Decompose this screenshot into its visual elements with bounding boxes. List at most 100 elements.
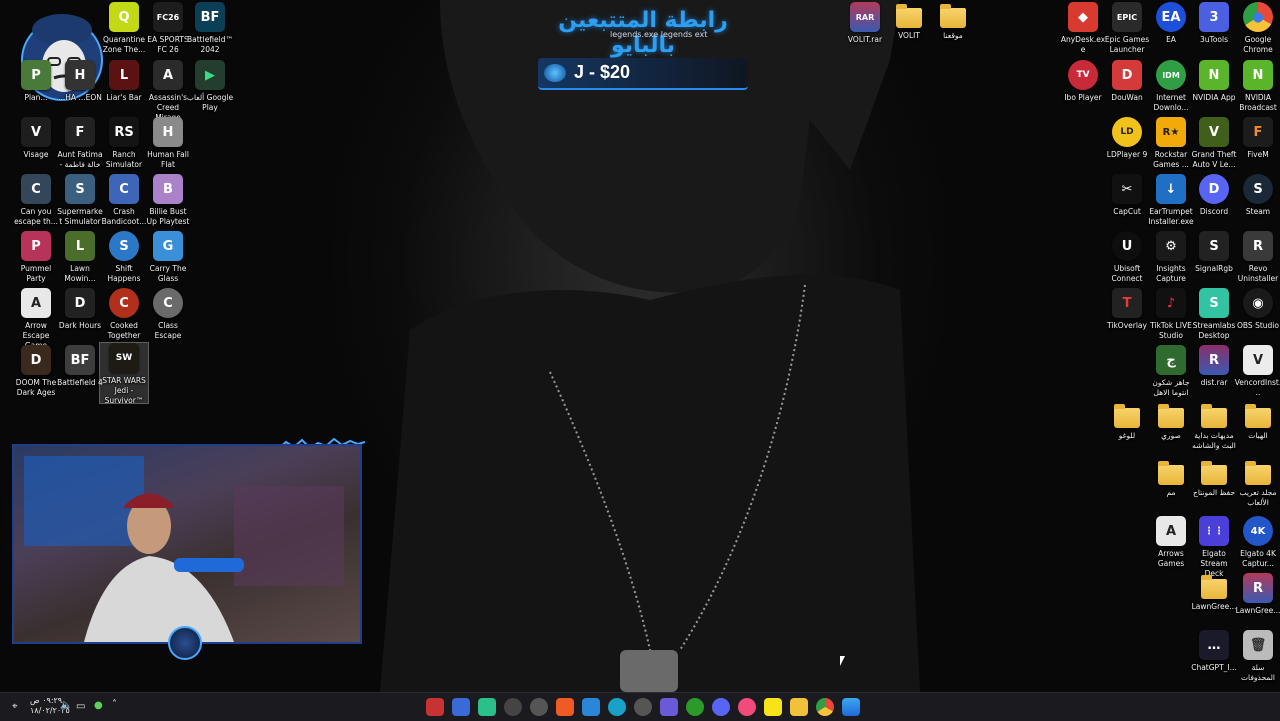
desktop-icon[interactable]: S Supermarket Simulator [56,174,104,227]
desktop-icon[interactable]: D Discord [1190,174,1238,217]
obs-icon[interactable] [660,698,678,716]
desktop-icon[interactable]: حفظ المونتاج [1190,459,1238,498]
desktop-icon[interactable]: L Lawn Mowin... [56,231,104,284]
desktop-icon[interactable]: مجلد تعريب الألعاب [1234,459,1280,508]
desktop-icon[interactable]: C Cooked Together [100,288,148,341]
volume-icon[interactable]: 🔈 [60,700,72,711]
desktop-icon[interactable]: LawnGree... [1190,573,1238,612]
openai-icon[interactable] [530,698,548,716]
snapchat-icon[interactable] [764,698,782,716]
chrome-icon[interactable] [816,698,834,716]
desktop-icon[interactable]: ⋮⋮ Elgato Stream Deck [1190,516,1238,579]
desktop-icon[interactable]: C Crash Bandicoot... [100,174,148,227]
desktop-icon[interactable]: AAssassin's Creed Mirage [144,60,192,123]
desktop-icon[interactable]: A Arrows Games [1147,516,1195,569]
xbox-icon[interactable] [686,698,704,716]
desktop-icon[interactable]: 3 3uTools [1190,2,1238,45]
desktop-icon[interactable]: C Class Escape [144,288,192,341]
location-icon[interactable]: ⌖ [12,701,18,712]
brave-icon[interactable] [556,698,574,716]
chevron-up-icon[interactable]: ˄ [112,699,117,710]
itunes-icon[interactable] [738,698,756,716]
desktop-icon[interactable]: RAR VOLIT.rar [841,2,889,45]
desktop-icon[interactable]: FC26 EA SPORTS FC 26 [144,2,192,55]
desktop-icon[interactable]: R★ Rockstar Games ... [1147,117,1195,170]
desktop-icon[interactable]: N NVIDIA App [1190,60,1238,103]
desktop-icon[interactable]: AArrow Escape Game [12,288,60,351]
folder-icon [1158,404,1184,428]
desktop-icon[interactable]: V Grand Theft Auto V Le... [1190,117,1238,170]
desktop-icon[interactable]: 🗑 سلة المحذوفات [1234,630,1280,683]
desktop-icon[interactable]: R LawnGree... [1234,573,1280,616]
file-explorer-icon[interactable] [790,698,808,716]
edge-icon[interactable] [608,698,626,716]
app-icon: D [21,345,51,375]
display-icon[interactable]: ▭ [76,701,85,712]
desktop-icon[interactable]: G Carry The Glass [144,231,192,284]
desktop-icon[interactable]: T TikOverlay [1103,288,1151,331]
desktop-icon[interactable]: TV Ibo Player [1059,60,1107,103]
desktop-icon[interactable]: BF Battlefield 4 [56,345,104,388]
desktop-icon[interactable]: D DouWan [1103,60,1151,103]
desktop-icon[interactable]: S Steam [1234,174,1280,217]
desktop-icon[interactable]: مم [1147,459,1195,498]
folder-icon [940,4,966,28]
desktop-icon[interactable]: RS Ranch Simulator [100,117,148,170]
desktop-icon[interactable]: V Visage [12,117,60,160]
desktop-icon[interactable]: ↓ EarTrumpet Installer.exe [1147,174,1195,227]
desktop-icon[interactable]: Rdist.rar [1190,345,1238,388]
desktop-icon[interactable]: ▶ ألعاب Google Play [186,60,234,113]
desktop-icon[interactable]: P Pummel Party [12,231,60,284]
desktop-icon[interactable]: ✂ CapCut [1103,174,1151,217]
desktop-icon[interactable]: الهبات [1234,402,1280,441]
mail-icon[interactable] [582,698,600,716]
desktop-icon[interactable]: … ChatGPT_I... [1190,630,1238,673]
desktop-icon[interactable]: H ...HA ...EON [56,60,104,103]
desktop-icon[interactable]: L Liar's Bar [100,60,148,103]
desktop-icon[interactable]: D DOOM The Dark Ages [12,345,60,398]
desktop-icon[interactable]: R Revo Uninstaller [1234,231,1280,284]
discord-icon[interactable] [712,698,730,716]
desktop-icon[interactable]: V VencordInst... [1234,345,1280,398]
desktop-icon[interactable]: S SignalRgb [1190,231,1238,274]
green-app-icon[interactable] [478,698,496,716]
desktop-icon[interactable]: U Ubisoft Connect [1103,231,1151,284]
desktop-icon[interactable]: H Human Fall Flat [144,117,192,170]
desktop-icon[interactable]: D Dark Hours [56,288,104,331]
desktop-icon[interactable]: EPIC Epic Games Launcher [1103,2,1151,55]
desktop-icon[interactable]: مديهات بداية البث والشاشه [1190,402,1238,451]
desktop-icon[interactable]: B Billie Bust Up Playtest [144,174,192,227]
desktop-icon[interactable]: N NVIDIA Broadcast [1234,60,1280,113]
stream-deck-icon: ⋮⋮ [1199,516,1229,546]
microphone-icon[interactable]: ● [94,700,103,711]
desktop-icon[interactable]: صوري [1147,402,1195,441]
desktop-icon-selected[interactable]: SW STAR WARS Jedi - Survivor™ [99,342,149,405]
chatgpt-icon[interactable] [504,698,522,716]
desktop-icon[interactable]: Q Quarantine Zone The... [100,2,148,55]
desktop-icon[interactable]: LD LDPlayer 9 [1103,117,1151,160]
desktop-icon[interactable]: S Shift Happens [100,231,148,284]
chatgpt-icon-2[interactable] [634,698,652,716]
desktop-icon[interactable]: P Plan... [12,60,60,103]
desktop-icon[interactable]: ج جاهز شكون انتوما الاهل [1147,345,1195,398]
video-editor-icon[interactable] [426,698,444,716]
desktop-icon[interactable]: ◉ OBS Studio [1234,288,1280,331]
desktop-icon[interactable]: 4K Elgato 4K Captur... [1234,516,1280,569]
desktop-icon[interactable]: S Streamlabs Desktop [1190,288,1238,341]
desktop-icon[interactable]: BF Battlefield™ 2042 [186,2,234,55]
start-icon[interactable] [842,698,860,716]
people-icon[interactable] [452,698,470,716]
desktop-icon[interactable]: VOLIT [885,2,933,41]
desktop-icon[interactable]: ◆ AnyDesk.exe [1059,2,1107,55]
desktop-icon[interactable]: ⚙ Insights Capture [1147,231,1195,284]
desktop-icon[interactable]: للوغو [1103,402,1151,441]
desktop-icon[interactable]: F Aunt Fatima - خالة فاطمة [56,117,104,170]
desktop-icon[interactable]: C Can you escape th... [12,174,60,227]
desktop-icon[interactable]: موقعنا [929,2,977,41]
desktop-icon[interactable]: ● Google Chrome [1234,2,1280,55]
desktop-icon[interactable]: F FiveM [1234,117,1280,160]
desktop-icon[interactable]: IDM Internet Downlo... [1147,60,1195,113]
desktop-icon[interactable]: ♪ TikTok LIVE Studio [1147,288,1195,341]
desktop-icon[interactable]: EA EA [1147,2,1195,45]
app-icon: V [1199,117,1229,147]
